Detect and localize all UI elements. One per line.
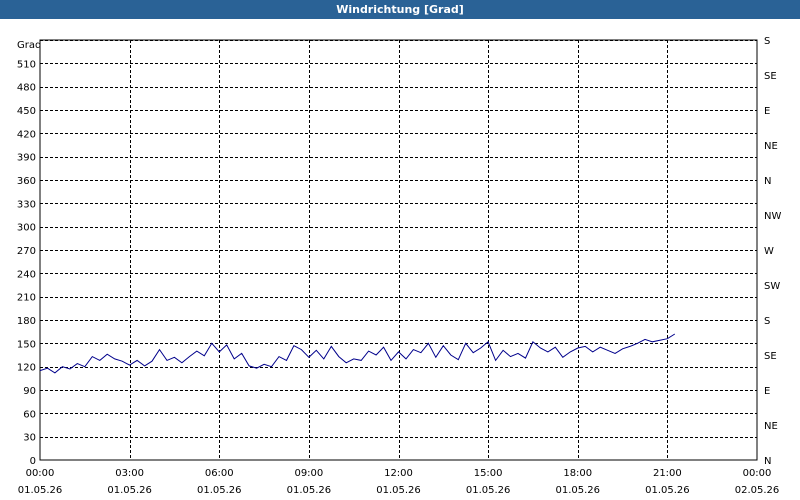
y-tick-label: 60: [23, 409, 36, 420]
y-tick-label: 30: [23, 433, 36, 444]
x-tick-date: 01.05.26: [466, 485, 511, 496]
right-tick-label: NE: [764, 141, 778, 152]
x-tick-date: 01.05.26: [287, 485, 332, 496]
y-tick-label: 300: [17, 223, 36, 234]
y-tick-label: 90: [23, 386, 36, 397]
x-tick-time: 03:00: [115, 468, 144, 479]
x-tick-time: 15:00: [474, 468, 503, 479]
right-tick-label: SE: [764, 351, 777, 362]
y-tick-label: 270: [17, 246, 36, 257]
right-tick-label: E: [764, 106, 770, 117]
y-tick-label: 390: [17, 153, 36, 164]
right-tick-label: SE: [764, 71, 777, 82]
wind-direction-chart: 0 30 60 90 120 150 180 210 240 270 300 330 360 390 420…: [0, 19, 800, 500]
x-tick-date: 01.05.26: [376, 485, 421, 496]
right-tick-label: NE: [764, 421, 778, 432]
y-axis-label: Grad: [17, 40, 41, 51]
y-tick-label: 210: [17, 293, 36, 304]
x-tick-time: 00:00: [743, 468, 772, 479]
right-tick-label: N: [764, 176, 771, 187]
y-tick-label: 330: [17, 199, 36, 210]
y-tick-label: 180: [17, 316, 36, 327]
x-tick-time: 09:00: [294, 468, 323, 479]
x-tick-time: 12:00: [384, 468, 413, 479]
x-tick-time: 06:00: [205, 468, 234, 479]
right-tick-label: N: [764, 456, 771, 467]
y-tick-label: 480: [17, 83, 36, 94]
right-tick-label: SW: [764, 281, 780, 292]
y-tick-label: 240: [17, 269, 36, 280]
x-tick-date: 01.05.26: [18, 485, 63, 496]
right-tick-label: E: [764, 386, 770, 397]
y-tick-label: 150: [17, 339, 36, 350]
right-tick-label: W: [764, 246, 774, 257]
x-tick-date: 01.05.26: [197, 485, 242, 496]
right-tick-label: S: [764, 36, 770, 47]
x-tick-date: 01.05.26: [645, 485, 690, 496]
x-tick-date: 01.05.26: [555, 485, 600, 496]
y-tick-label: 510: [17, 59, 36, 70]
y-tick-label: 360: [17, 176, 36, 187]
right-tick-label: S: [764, 316, 770, 327]
x-tick-time: 21:00: [653, 468, 682, 479]
x-tick-date: 01.05.26: [107, 485, 152, 496]
y-tick-label: 450: [17, 106, 36, 117]
x-tick-time: 18:00: [563, 468, 592, 479]
x-tick-time: 00:00: [26, 468, 55, 479]
y-tick-label: 120: [17, 363, 36, 374]
y-tick-label: 0: [30, 456, 36, 467]
chart-title: Windrichtung [Grad]: [0, 0, 800, 19]
y-tick-label: 420: [17, 129, 36, 140]
right-tick-label: NW: [764, 211, 781, 222]
x-tick-date: 02.05.26: [735, 485, 780, 496]
